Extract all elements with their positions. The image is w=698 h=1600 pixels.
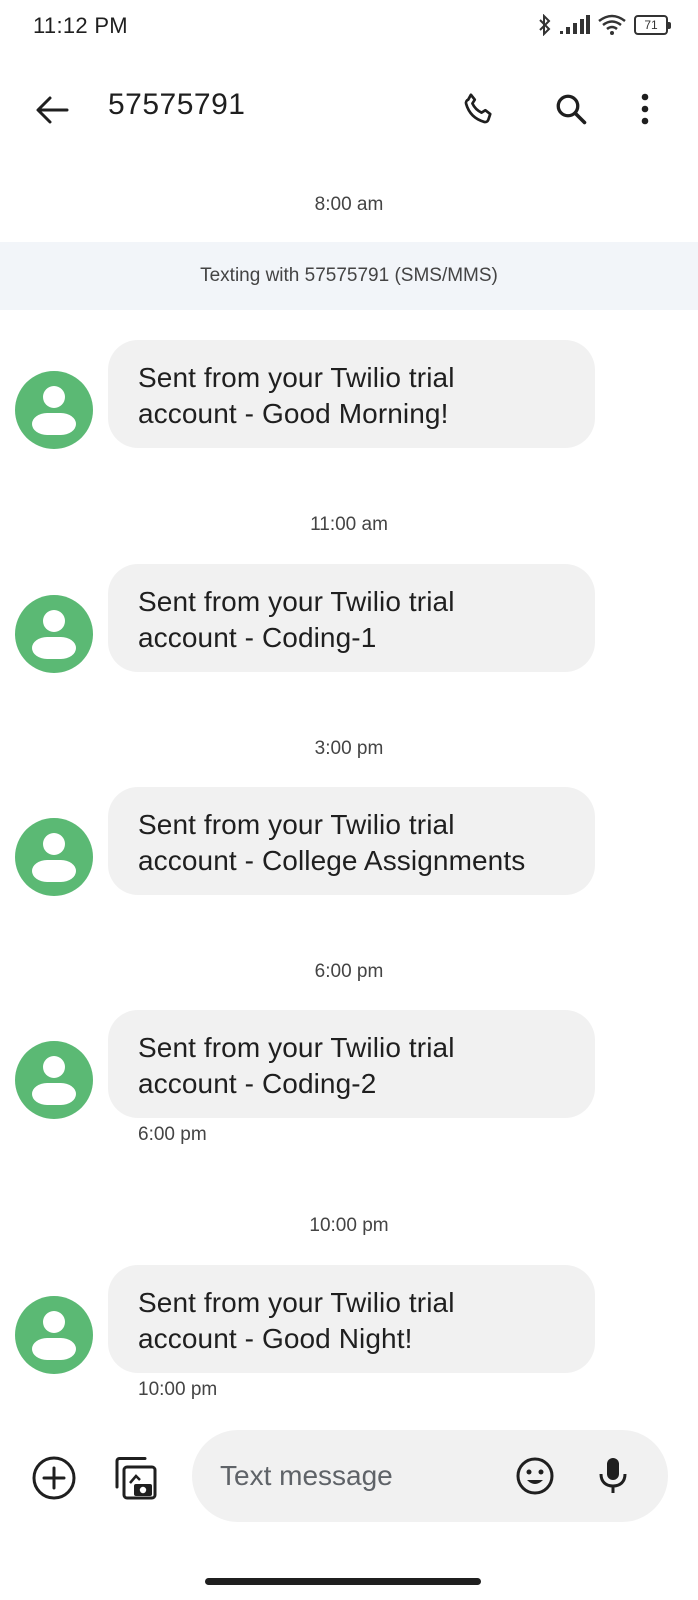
message-row: Sent from your Twilio trial account - Co… <box>0 787 698 897</box>
timestamp: 8:00 am <box>314 194 384 215</box>
person-icon-head <box>43 610 65 632</box>
person-icon-body <box>32 1083 76 1105</box>
status-bar: 11:12 PM 71 <box>0 0 698 56</box>
message-bubble[interactable]: Sent from your Twilio trial account - Go… <box>108 1265 595 1373</box>
message-text-line: account - College Assignments <box>138 845 526 876</box>
search-icon <box>556 94 587 125</box>
person-icon-body <box>32 860 76 882</box>
emoji-button[interactable] <box>514 1455 556 1497</box>
battery-level: 71 <box>644 18 658 32</box>
phone-icon <box>464 93 492 124</box>
more-vert-icon <box>641 93 649 125</box>
message-input-container[interactable] <box>192 1430 668 1522</box>
person-icon-head <box>43 386 65 408</box>
message-text-line: Sent from your Twilio trial <box>138 809 455 840</box>
compose-bar <box>0 1430 698 1526</box>
person-icon-head <box>43 833 65 855</box>
bluetooth-icon <box>538 14 552 36</box>
timestamp: 10:00 pm <box>309 1215 389 1236</box>
timestamp: 3:00 pm <box>314 738 384 759</box>
message-text-line: account - Coding-1 <box>138 622 377 653</box>
message-row: Sent from your Twilio trial account - Go… <box>0 1265 698 1375</box>
gallery-icon <box>115 1457 157 1500</box>
signal-icon <box>560 15 590 35</box>
message-text-line: Sent from your Twilio trial <box>138 362 455 393</box>
message-bubble[interactable]: Sent from your Twilio trial account - Co… <box>108 787 595 895</box>
add-attachment-button[interactable] <box>30 1454 78 1502</box>
message-row: Sent from your Twilio trial account - Go… <box>0 340 698 450</box>
message-text-line: account - Good Morning! <box>138 398 449 429</box>
message-time: 6:00 pm <box>138 1124 207 1145</box>
message-row: Sent from your Twilio trial account - Co… <box>0 1010 698 1120</box>
back-button[interactable] <box>30 88 74 132</box>
conversation-thread[interactable]: 8:00 am Texting with 57575791 (SMS/MMS) … <box>0 150 698 1420</box>
timestamp: 6:00 pm <box>314 961 384 982</box>
wifi-icon <box>598 14 626 36</box>
text-message-input[interactable] <box>220 1458 500 1494</box>
gallery-button[interactable] <box>110 1452 162 1504</box>
more-options-button[interactable] <box>630 86 660 132</box>
person-icon-head <box>43 1311 65 1333</box>
mic-icon <box>599 1458 627 1493</box>
message-text-line: Sent from your Twilio trial <box>138 1032 455 1063</box>
message-text-line: account - Coding-2 <box>138 1068 377 1099</box>
person-icon-head <box>43 1056 65 1078</box>
message-text-line: account - Good Night! <box>138 1323 413 1354</box>
sms-info-banner: Texting with 57575791 (SMS/MMS) <box>0 242 698 310</box>
status-icons: 71 <box>538 12 671 38</box>
contact-avatar[interactable] <box>15 1041 93 1119</box>
message-text-line: Sent from your Twilio trial <box>138 586 455 617</box>
contact-avatar[interactable] <box>15 595 93 673</box>
battery-icon: 71 <box>634 15 671 35</box>
contact-title: 57575791 <box>108 88 246 121</box>
search-button[interactable] <box>548 86 594 132</box>
add-circle-icon <box>32 1456 76 1500</box>
message-bubble[interactable]: Sent from your Twilio trial account - Co… <box>108 564 595 672</box>
person-icon-body <box>32 637 76 659</box>
app-bar: 57575791 <box>0 70 698 150</box>
message-time: 10:00 pm <box>138 1379 218 1400</box>
message-bubble[interactable]: Sent from your Twilio trial account - Co… <box>108 1010 595 1118</box>
contact-avatar[interactable] <box>15 371 93 449</box>
contact-avatar[interactable] <box>15 818 93 896</box>
call-button[interactable] <box>456 86 502 132</box>
voice-button[interactable] <box>592 1455 634 1497</box>
back-arrow-icon <box>36 96 69 124</box>
message-bubble[interactable]: Sent from your Twilio trial account - Go… <box>108 340 595 448</box>
message-row: Sent from your Twilio trial account - Co… <box>0 564 698 674</box>
person-icon-body <box>32 1338 76 1360</box>
timestamp: 11:00 am <box>310 514 388 535</box>
emoji-icon <box>516 1457 554 1495</box>
message-text-line: Sent from your Twilio trial <box>138 1287 455 1318</box>
home-indicator[interactable] <box>205 1578 481 1585</box>
contact-avatar[interactable] <box>15 1296 93 1374</box>
status-time: 11:12 PM <box>33 13 128 38</box>
person-icon-body <box>32 413 76 435</box>
